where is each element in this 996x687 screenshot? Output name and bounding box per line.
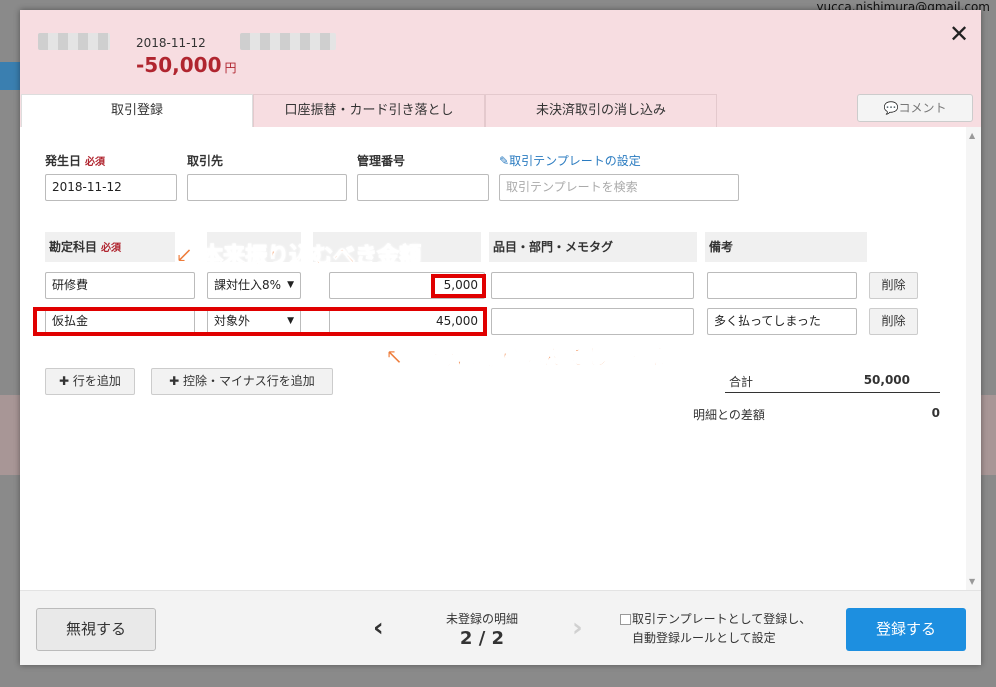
delete-row-button[interactable]: 削除	[869, 272, 918, 299]
add-row-button[interactable]: ✚ 行を追加	[45, 368, 135, 395]
comment-button[interactable]: 💬コメント	[857, 94, 973, 122]
plus-icon: ✚	[59, 374, 73, 388]
template-settings-link[interactable]: ✎取引テンプレートの設定	[499, 152, 641, 169]
highlight-box-row1-amount	[431, 274, 486, 298]
total-label: 合計	[729, 375, 754, 389]
note-input[interactable]: 多く払ってしまった	[707, 308, 857, 335]
item-input[interactable]	[491, 308, 694, 335]
highlight-box-row2	[33, 307, 487, 336]
partner-label: 取引先	[187, 154, 224, 168]
tab-unsettled[interactable]: 未決済取引の消し込み	[485, 94, 717, 127]
tab-register[interactable]: 取引登録	[21, 94, 253, 127]
ignore-button[interactable]: 無視する	[36, 608, 156, 651]
annotation-intended-amount: ↙ 本来振り込むべき金額	[174, 244, 422, 270]
edit-icon: ✎	[499, 154, 510, 168]
register-button[interactable]: 登録する	[846, 608, 966, 651]
transaction-amount: -50,000 円	[136, 53, 237, 77]
bg-fragment	[981, 395, 996, 475]
bg-fragment	[0, 62, 20, 90]
transaction-date: 2018-11-12	[136, 36, 206, 50]
bg-fragment	[0, 395, 20, 475]
unregistered-label: 未登録の明細	[445, 612, 518, 626]
difference-value: 0	[931, 406, 940, 420]
ref-number-label: 管理番号	[357, 154, 406, 168]
total-value: 50,000	[863, 373, 910, 387]
delete-row-button[interactable]: 削除	[869, 308, 918, 335]
chevron-left-icon[interactable]: ‹	[373, 613, 384, 643]
redacted-description	[240, 33, 336, 50]
tab-account-transfer[interactable]: 口座振替・カード引き落とし	[253, 94, 485, 127]
tab-bar: 取引登録 口座振替・カード引き落とし 未決済取引の消し込み 💬コメント	[20, 94, 981, 127]
redacted-bank-name	[38, 33, 110, 50]
item-header: 品目・部門・メモタグ	[489, 232, 697, 262]
annotation-overpaid-amount: ↖ 余分に振り込んでしまった金額	[384, 346, 718, 372]
dropdown-caret-icon: ▼	[287, 280, 294, 290]
template-checkbox-label: 取引テンプレートとして登録し、 自動登録ルールとして設定	[632, 612, 812, 645]
plus-icon: ✚	[169, 374, 184, 388]
difference-label: 明細との差額	[693, 408, 765, 422]
item-input[interactable]	[491, 272, 694, 299]
date-label: 発生日 必須	[45, 154, 106, 168]
date-input[interactable]: 2018-11-12	[45, 174, 177, 201]
chevron-right-icon[interactable]: ›	[572, 613, 583, 643]
note-header: 備考	[705, 232, 867, 262]
account-header: 勘定科目 必須	[45, 232, 175, 262]
template-search-input[interactable]: 取引テンプレートを検索	[499, 174, 739, 201]
add-minus-row-button[interactable]: ✚ 控除・マイナス行を追加	[151, 368, 333, 395]
close-icon[interactable]: ✕	[949, 22, 969, 46]
ref-number-input[interactable]	[357, 174, 489, 201]
account-input[interactable]: 研修費	[45, 272, 195, 299]
page-counter: 2 / 2	[459, 628, 505, 649]
modal-footer: 無視する ‹ 未登録の明細 2 / 2 › 取引テンプレートとして登録し、 自動登…	[20, 590, 981, 665]
template-checkbox[interactable]	[620, 614, 631, 625]
modal-header: 2018-11-12 -50,000 円 ✕	[20, 10, 981, 94]
tax-select[interactable]: 課対仕入8% ▼	[207, 272, 301, 299]
scrollbar[interactable]: ▲ ▼	[966, 127, 981, 590]
partner-input[interactable]	[187, 174, 347, 201]
transaction-modal: 2018-11-12 -50,000 円 ✕ 取引登録 口座振替・カード引き落とし…	[20, 10, 981, 665]
note-input[interactable]	[707, 272, 857, 299]
total-divider	[725, 392, 940, 393]
